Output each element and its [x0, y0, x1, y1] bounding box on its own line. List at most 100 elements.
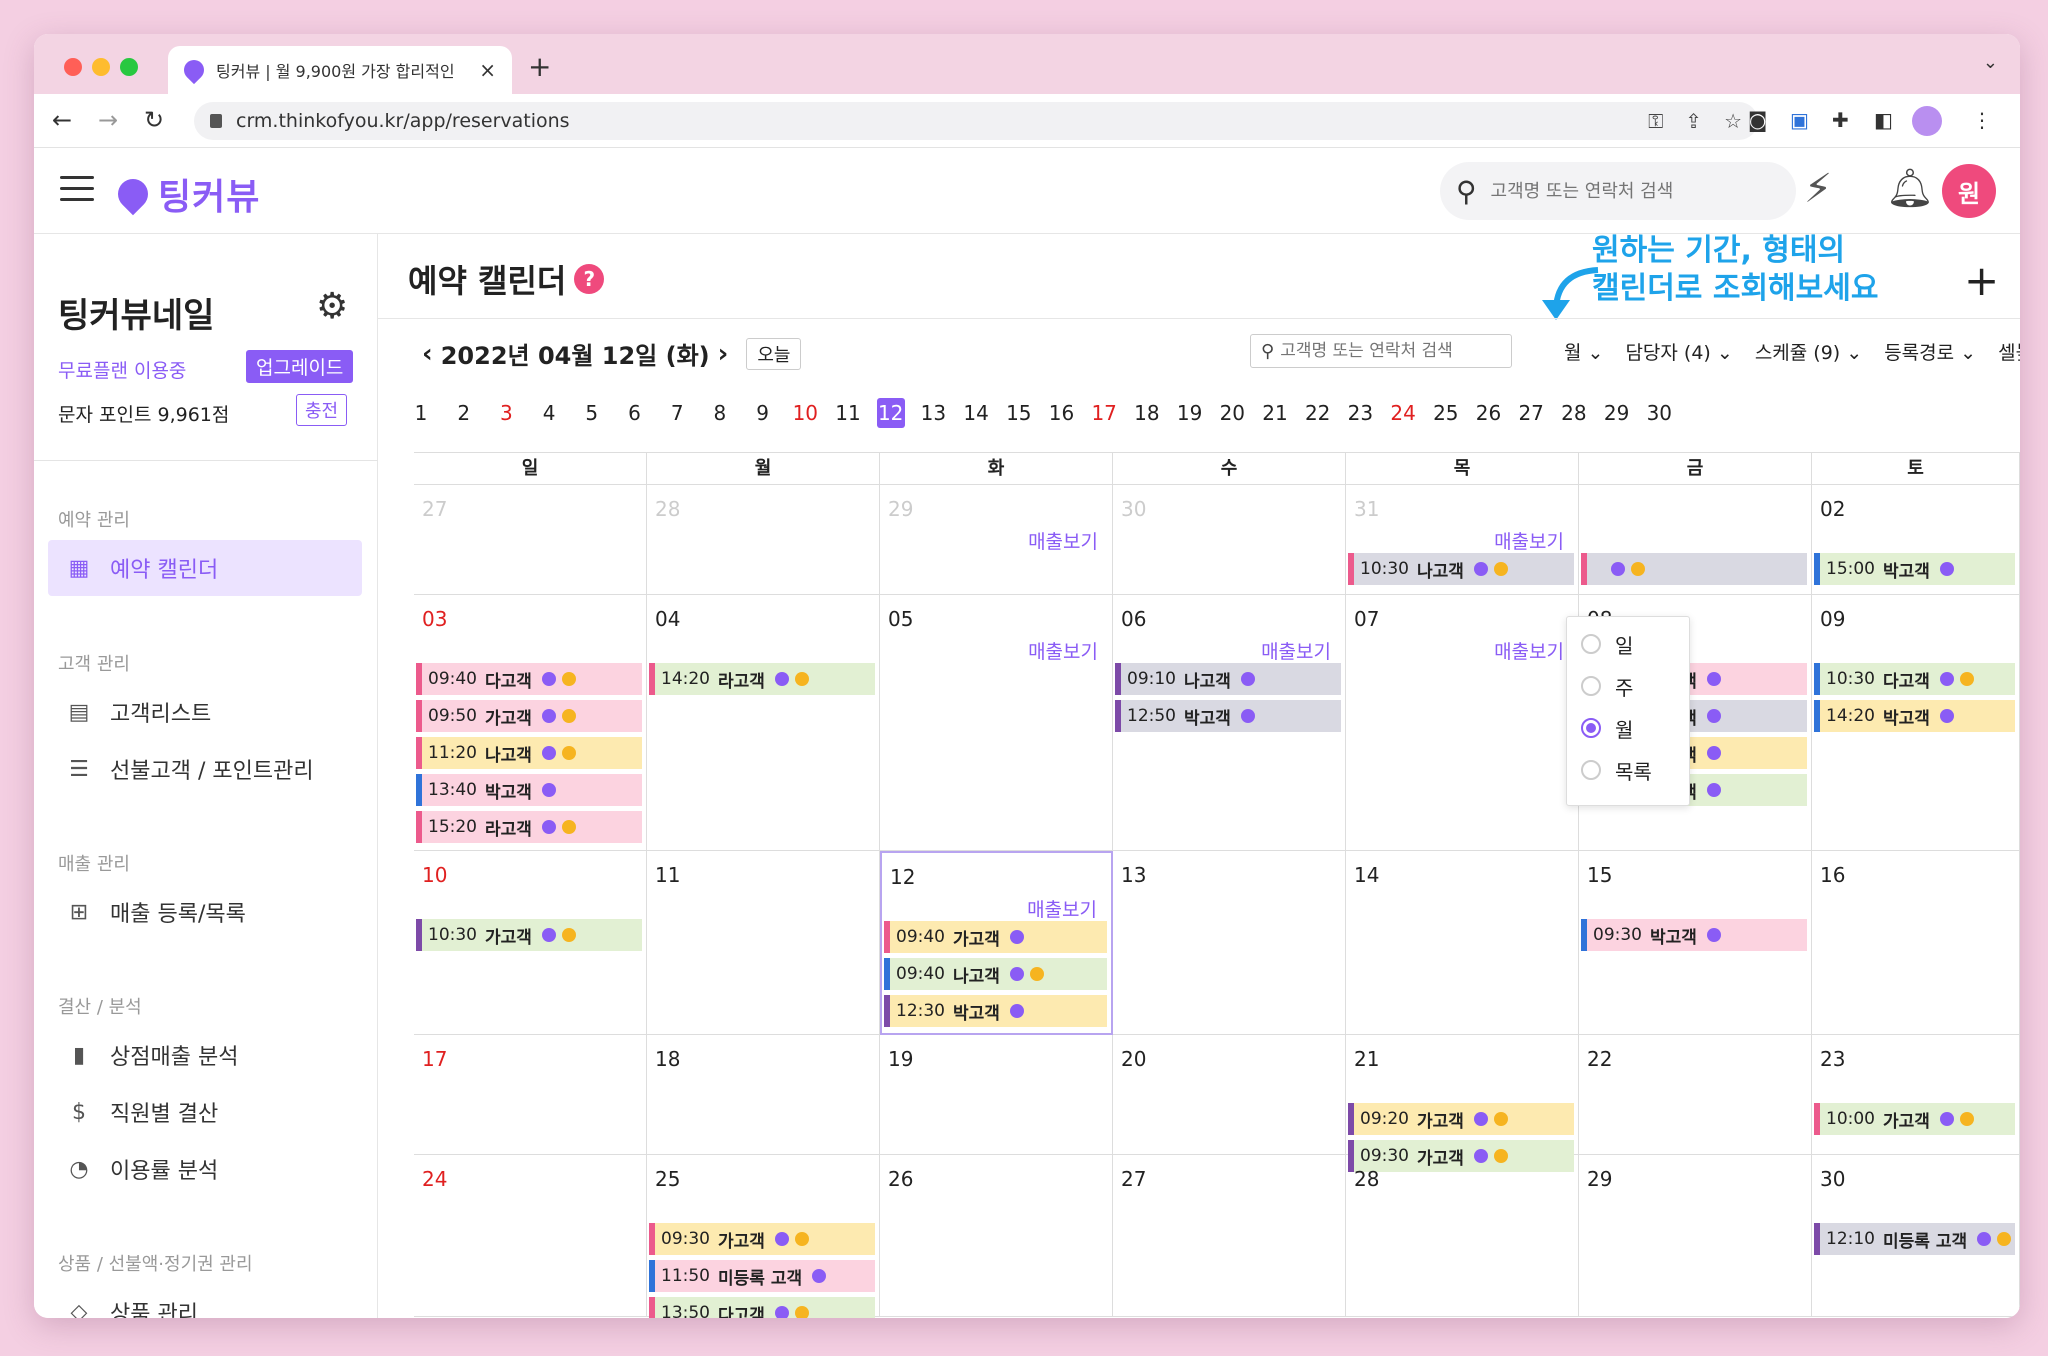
filter-schedule-dropdown[interactable]: 스케쥴 (9) ⌄ — [1755, 338, 1862, 365]
reservation-event[interactable]: 09:30 가고객 — [649, 1223, 875, 1255]
reservation-event[interactable]: 15:00 박고객 — [1814, 553, 2015, 585]
view-option-week[interactable]: 주 — [1581, 671, 1633, 701]
sidebar-item-usage-analysis[interactable]: ◔ 이용률 분석 — [48, 1141, 362, 1197]
star-icon[interactable]: ☆ — [1724, 109, 1742, 133]
more-menu-icon[interactable]: ⋮ — [1972, 108, 1992, 132]
sales-view-link[interactable]: 매출보기 — [1027, 895, 1097, 922]
calendar-search-input[interactable] — [1280, 341, 1491, 361]
calendar-day-cell[interactable]: 30 — [1113, 485, 1346, 595]
reservation-event[interactable]: 13:40 박고객 — [416, 774, 642, 806]
view-option-month[interactable]: 월 — [1581, 713, 1633, 743]
reservation-event[interactable]: 09:40 다고객 — [416, 663, 642, 695]
back-arrow-icon[interactable]: ← — [52, 106, 72, 134]
help-icon[interactable]: ? — [574, 264, 605, 294]
url-text[interactable]: crm.thinkofyou.kr/app/reservations — [236, 110, 1626, 132]
calendar-day-cell[interactable]: 28 — [647, 485, 880, 595]
calendar-day-cell[interactable]: 17 — [414, 1035, 647, 1155]
user-avatar[interactable]: 원 — [1942, 164, 1996, 218]
sidebar-item-prepaid-points[interactable]: ☰ 선불고객 / 포인트관리 — [48, 741, 362, 797]
calendar-day-cell[interactable]: 19 — [880, 1035, 1113, 1155]
day-strip-item[interactable]: 30 — [1642, 398, 1676, 428]
sales-view-link[interactable]: 매출보기 — [1028, 527, 1098, 554]
day-strip-item[interactable]: 15 — [1002, 398, 1036, 428]
key-icon[interactable]: ⚿ — [1648, 109, 1663, 133]
reservation-event[interactable]: 09:20 가고객 — [1348, 1103, 1574, 1135]
tab-search-chevron-icon[interactable]: ⌄ — [1983, 52, 1998, 73]
reservation-event[interactable]: 10:30 나고객 — [1348, 553, 1574, 585]
day-strip-item[interactable]: 11 — [831, 398, 865, 428]
charge-button[interactable]: 충전 — [296, 394, 348, 426]
calendar-day-cell[interactable]: 04 14:20 라고객 — [647, 595, 880, 851]
calendar-day-cell[interactable]: 14 — [1346, 851, 1579, 1035]
calendar-day-cell[interactable]: 31 매출보기 10:30 나고객 — [1346, 485, 1579, 595]
filter-view-dropdown[interactable]: 월 ⌄ — [1564, 338, 1603, 365]
translate-icon[interactable]: ▣ — [1790, 108, 1809, 132]
calendar-day-cell[interactable]: 29 — [1579, 1155, 1812, 1317]
sidebar-item-customer-list[interactable]: ▤ 고객리스트 — [48, 684, 362, 740]
reservation-event[interactable]: 09:40 가고객 — [884, 921, 1107, 953]
day-strip-item[interactable]: 14 — [959, 398, 993, 428]
filter-cell-height-dropdown[interactable]: 셀높이 ⌄ — [1998, 338, 2020, 365]
camera-icon[interactable]: ◙ — [1748, 108, 1767, 132]
share-icon[interactable]: ⇪ — [1685, 109, 1702, 133]
sales-view-link[interactable]: 매출보기 — [1028, 637, 1098, 664]
calendar-day-cell[interactable]: 03 09:40 다고객 09:50 가고객 11:20 나고객 13:40 박고객 15:20 라… — [414, 595, 647, 851]
calendar-day-cell[interactable]: 13 — [1113, 851, 1346, 1035]
browser-profile-avatar[interactable] — [1912, 106, 1942, 136]
calendar-day-cell[interactable]: 30 12:10 미등록 고객 — [1812, 1155, 2020, 1317]
upgrade-button[interactable]: 업그레이드 — [246, 350, 354, 383]
calendar-day-cell[interactable]: 24 — [414, 1155, 647, 1317]
reservation-event[interactable]: 11:50 미등록 고객 — [649, 1260, 875, 1292]
extensions-puzzle-icon[interactable]: ✚ — [1832, 108, 1849, 132]
day-strip-item[interactable]: 17 — [1087, 398, 1121, 428]
address-bar[interactable]: crm.thinkofyou.kr/app/reservations ⚿ ⇪ ☆ — [194, 102, 1758, 140]
calendar-day-cell[interactable]: 09 10:30 다고객 14:20 박고객 — [1812, 595, 2020, 851]
calendar-day-cell[interactable]: 23 10:00 가고객 — [1812, 1035, 2020, 1155]
sales-view-link[interactable]: 매출보기 — [1494, 637, 1564, 664]
calendar-day-cell[interactable]: 05 매출보기 — [880, 595, 1113, 851]
day-strip-item[interactable]: 28 — [1557, 398, 1591, 428]
reservation-event[interactable]: 09:10 나고객 — [1115, 663, 1341, 695]
day-strip-item[interactable]: 8 — [703, 398, 737, 428]
day-strip-item[interactable]: 21 — [1258, 398, 1292, 428]
reservation-event[interactable] — [1581, 553, 1807, 585]
day-strip-item[interactable]: 6 — [618, 398, 652, 428]
sidebar-item-product-management[interactable]: ◇ 상품 관리 — [48, 1284, 362, 1319]
calendar-day-cell[interactable]: 16 — [1812, 851, 2020, 1035]
sidebar-item-sales-register[interactable]: ⊞ 매출 등록/목록 — [48, 884, 362, 940]
calendar-day-cell[interactable]: 27 — [1113, 1155, 1346, 1317]
day-strip-item[interactable]: 29 — [1600, 398, 1634, 428]
calendar-day-cell[interactable]: 07 매출보기 — [1346, 595, 1579, 851]
reservation-event[interactable]: 12:50 박고객 — [1115, 700, 1341, 732]
calendar-day-cell[interactable]: 21 09:20 가고객 09:30 가고객 — [1346, 1035, 1579, 1172]
today-button[interactable]: 오늘 — [746, 337, 802, 370]
day-strip-item[interactable]: 20 — [1215, 398, 1249, 428]
tab-close-icon[interactable]: × — [479, 58, 496, 82]
calendar-day-cell[interactable]: 28 — [1346, 1155, 1579, 1317]
reservation-event[interactable]: 13:50 다고객 — [649, 1297, 875, 1318]
hamburger-menu-icon[interactable] — [60, 176, 94, 202]
day-strip-item[interactable]: 25 — [1429, 398, 1463, 428]
calendar-day-cell[interactable]: 29 매출보기 — [880, 485, 1113, 595]
add-reservation-button[interactable]: + — [1964, 256, 1999, 305]
calendar-day-cell[interactable]: 25 09:30 가고객 11:50 미등록 고객 13:50 다고객 — [647, 1155, 880, 1318]
close-window-button[interactable] — [64, 58, 82, 76]
sales-view-link[interactable]: 매출보기 — [1494, 527, 1564, 554]
forward-arrow-icon[interactable]: → — [98, 106, 118, 134]
calendar-day-cell[interactable]: 26 — [880, 1155, 1113, 1317]
reservation-event[interactable]: 09:30 박고객 — [1581, 919, 1807, 951]
reservation-event[interactable]: 11:20 나고객 — [416, 737, 642, 769]
calendar-day-cell[interactable]: 18 — [647, 1035, 880, 1155]
calendar-day-cell[interactable]: 06 매출보기 09:10 나고객 12:50 박고객 — [1113, 595, 1346, 851]
app-logo[interactable]: 팅커뷰 — [111, 168, 260, 220]
maximize-window-button[interactable] — [120, 58, 138, 76]
day-strip-item[interactable]: 12 — [876, 398, 905, 428]
day-strip-item[interactable]: 3 — [489, 398, 523, 428]
current-date[interactable]: 2022년 04월 12일 (화) — [441, 336, 710, 371]
filter-channel-dropdown[interactable]: 등록경로 ⌄ — [1884, 338, 1976, 365]
bell-icon[interactable]: 🔔︎ — [1886, 166, 1934, 211]
sidebar-item-staff-settlement[interactable]: $ 직원별 결산 — [48, 1084, 362, 1140]
sidebar-item-store-sales-analysis[interactable]: ▮ 상점매출 분석 — [48, 1027, 362, 1083]
calendar-day-cell[interactable]: 11 — [647, 851, 880, 1035]
calendar-day-cell[interactable]: 20 — [1113, 1035, 1346, 1155]
